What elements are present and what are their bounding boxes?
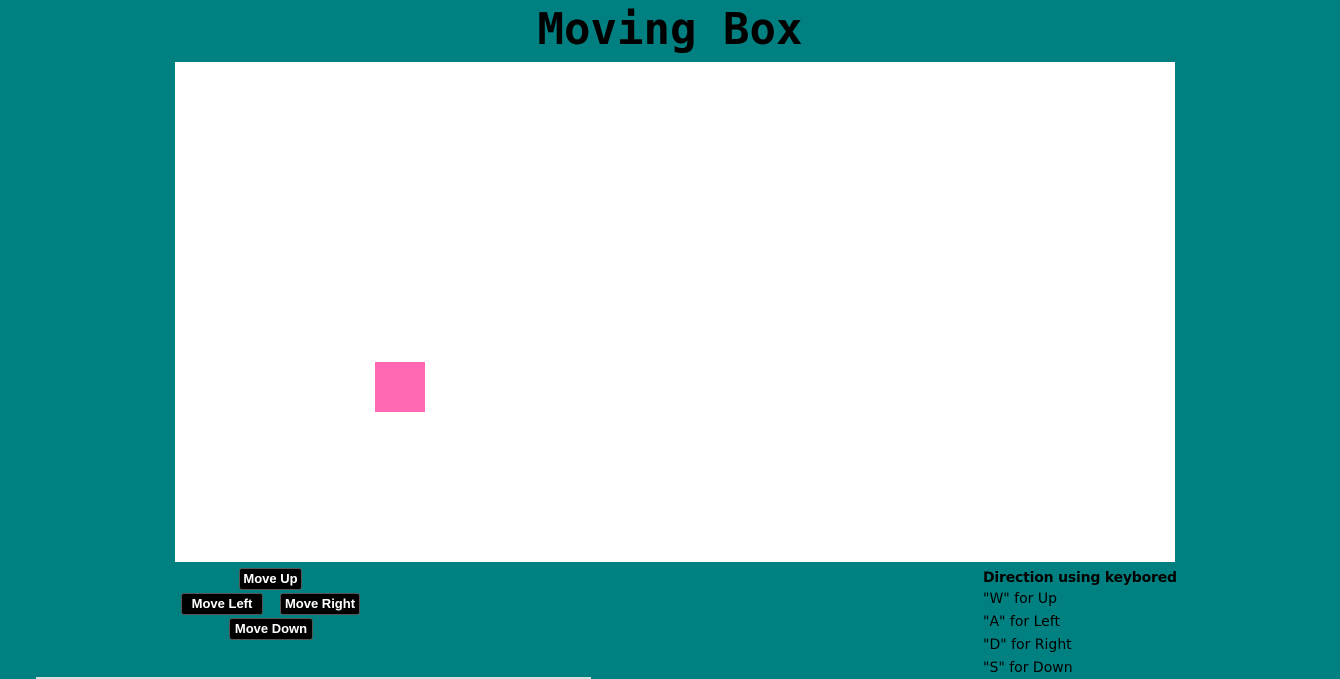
keyboard-help-line: "D" for Right (983, 637, 1072, 653)
game-board (175, 62, 1175, 562)
keyboard-help-title: Direction using keybored (983, 570, 1177, 586)
move-left-button[interactable]: Move Left (181, 593, 263, 615)
keyboard-help-line: "A" for Left (983, 614, 1060, 630)
keyboard-help: Direction using keybored "W" for Up "A" … (983, 568, 1223, 679)
page-title: Moving Box (537, 4, 803, 55)
move-right-button[interactable]: Move Right (280, 593, 360, 615)
move-down-button[interactable]: Move Down (229, 618, 313, 640)
keyboard-help-line: "W" for Up (983, 591, 1058, 607)
move-up-button[interactable]: Move Up (239, 568, 302, 590)
moving-box (375, 362, 425, 412)
keyboard-help-line: "S" for Down (983, 660, 1073, 676)
